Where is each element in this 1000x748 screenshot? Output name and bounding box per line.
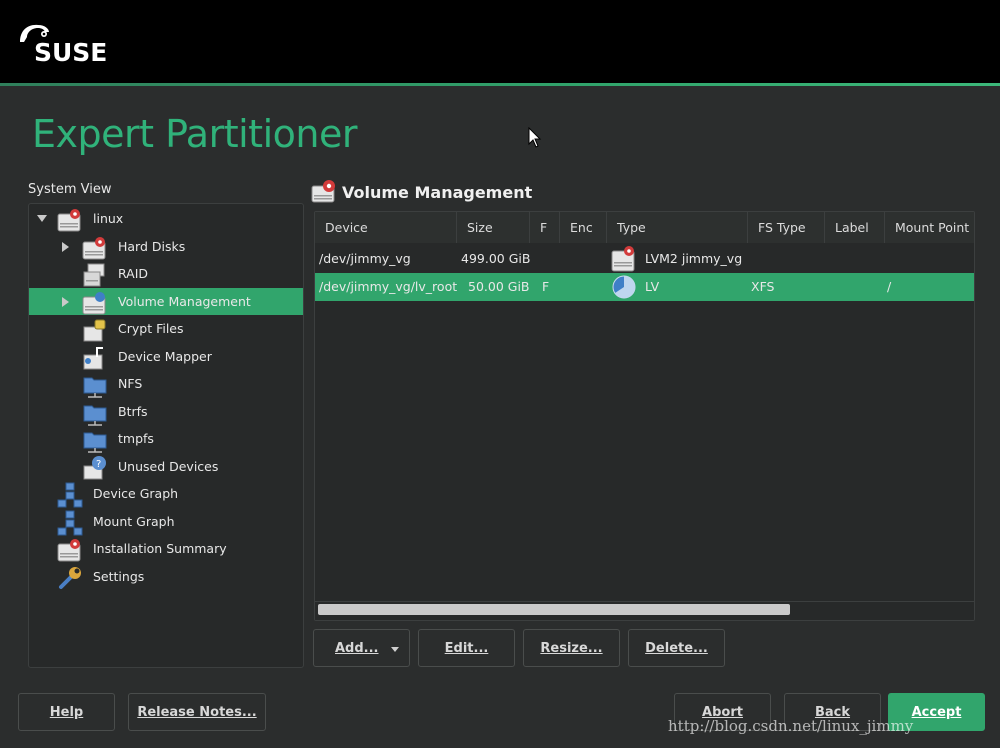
sidebar-item-label: RAID <box>118 266 149 281</box>
column-header-size[interactable]: Size <box>457 212 530 243</box>
sidebar-item-label: linux <box>93 211 124 226</box>
table-header: Device Size F Enc Type FS Type Label Mou… <box>315 212 974 243</box>
sidebar-item-device-graph[interactable]: Device Graph <box>29 480 303 508</box>
sidebar-item-settings[interactable]: Settings <box>29 563 303 590</box>
svg-text:?: ? <box>96 459 101 470</box>
sidebar-item-tmpfs[interactable]: tmpfs <box>29 425 303 453</box>
column-header-fs-type[interactable]: FS Type <box>748 212 825 243</box>
sidebar-item-device-mapper[interactable]: Device Mapper <box>29 343 303 370</box>
scrollbar-thumb[interactable] <box>318 604 790 615</box>
folder-network-icon <box>82 400 107 426</box>
graph-icon <box>57 482 83 508</box>
sidebar-item-label: NFS <box>118 376 143 391</box>
cell-mount-point: / <box>887 279 892 294</box>
delete-button[interactable]: Delete... <box>628 629 725 667</box>
chevron-down-icon[interactable] <box>391 647 399 652</box>
system-view-tree[interactable]: linux Hard Disks RAID Volume Management Cryp… <box>28 203 304 668</box>
cell-f: F <box>542 279 550 294</box>
sidebar-item-mount-graph[interactable]: Mount Graph <box>29 508 303 535</box>
sidebar-item-nfs[interactable]: NFS <box>29 370 303 398</box>
column-header-f[interactable]: F <box>530 212 560 243</box>
device-mapper-icon <box>82 345 106 369</box>
cell-device: /dev/jimmy_vg/lv_root <box>319 279 458 294</box>
wrench-icon <box>57 565 81 589</box>
delete-button-label: Delete... <box>645 641 708 656</box>
add-button[interactable]: Add... <box>313 629 410 667</box>
header-accent-line <box>0 83 1000 86</box>
page-title: Expert Partitioner <box>32 112 357 156</box>
sidebar-item-raid[interactable]: RAID <box>29 260 303 287</box>
cell-type: LVM2 jimmy_vg <box>645 251 743 266</box>
sidebar-item-label: Crypt Files <box>118 321 184 336</box>
edit-button[interactable]: Edit... <box>418 629 515 667</box>
watermark: http://blog.csdn.net/linux_jimmy <box>668 717 914 735</box>
cell-size: 50.00 GiB <box>468 279 530 294</box>
help-button-label: Help <box>49 705 84 720</box>
resize-button-label: Resize... <box>540 641 603 656</box>
folder-network-icon <box>82 427 107 453</box>
sidebar-item-hard-disks[interactable]: Hard Disks <box>29 233 303 260</box>
accept-button-label: Accept <box>911 705 962 720</box>
volume-table[interactable]: Device Size F Enc Type FS Type Label Mou… <box>314 211 975 621</box>
sidebar-item-crypt-files[interactable]: Crypt Files <box>29 315 303 342</box>
mouse-cursor-icon <box>528 127 542 148</box>
top-bar: SUSE <box>0 0 1000 86</box>
expand-arrow-closed-icon[interactable] <box>62 296 69 307</box>
sidebar-item-linux[interactable]: linux <box>29 205 303 232</box>
expand-arrow-closed-icon[interactable] <box>62 241 69 252</box>
sidebar-item-label: Volume Management <box>118 293 251 309</box>
hard-disk-icon <box>57 207 81 232</box>
table-row[interactable]: /dev/jimmy_vg 499.00 GiB LVM2 jimmy_vg <box>315 245 974 273</box>
sidebar-item-installation-summary[interactable]: Installation Summary <box>29 535 303 562</box>
folder-network-icon <box>82 372 107 398</box>
graph-icon <box>57 510 83 535</box>
volume-management-icon <box>82 290 106 314</box>
hard-disk-icon <box>611 246 635 272</box>
column-header-type[interactable]: Type <box>607 212 748 243</box>
sidebar-item-volume-management[interactable]: Volume Management <box>29 287 303 315</box>
release-notes-button[interactable]: Release Notes... <box>128 693 266 731</box>
hard-disk-icon <box>57 537 81 562</box>
sidebar-item-unused-devices[interactable]: ? Unused Devices <box>29 453 303 480</box>
edit-button-label: Edit... <box>444 641 489 656</box>
raid-icon <box>82 262 106 287</box>
volume-management-icon <box>311 180 335 203</box>
cell-fs-type: XFS <box>751 279 775 294</box>
sidebar-item-label: tmpfs <box>118 431 154 446</box>
column-header-mount-point[interactable]: Mount Point <box>885 212 974 243</box>
sidebar-item-label: Device Graph <box>93 486 179 501</box>
sidebar-item-btrfs[interactable]: Btrfs <box>29 398 303 426</box>
system-view-label-text: System View <box>28 182 112 197</box>
sidebar-item-label: Btrfs <box>118 403 148 419</box>
cell-size: 499.00 GiB <box>461 251 531 266</box>
hard-disk-icon <box>82 235 106 259</box>
unused-devices-icon: ? <box>82 455 106 479</box>
table-row-selected[interactable]: /dev/jimmy_vg/lv_root 50.00 GiB F LV XFS… <box>315 273 974 301</box>
release-notes-button-label: Release Notes... <box>137 705 257 720</box>
sidebar-item-label: Installation Summary <box>93 541 227 556</box>
crypt-file-icon <box>82 317 106 342</box>
logical-volume-icon <box>612 275 636 299</box>
cell-device: /dev/jimmy_vg <box>319 251 411 266</box>
resize-button[interactable]: Resize... <box>523 629 620 667</box>
sidebar-item-label: Device Mapper <box>118 348 212 364</box>
volume-management-title: Volume Management <box>342 183 533 202</box>
column-header-enc[interactable]: Enc <box>560 212 607 243</box>
logo-text: SUSE <box>34 38 108 67</box>
sidebar-item-label: Hard Disks <box>118 238 186 254</box>
column-header-label[interactable]: Label <box>825 212 885 243</box>
system-view-label: System View <box>28 182 111 197</box>
suse-logo: SUSE <box>18 22 118 67</box>
cell-type: LV <box>645 279 660 294</box>
column-header-device[interactable]: Device <box>315 212 457 243</box>
sidebar-item-label: Settings <box>93 568 145 584</box>
sidebar-item-label: Unused Devices <box>118 458 219 474</box>
expand-arrow-open-icon[interactable] <box>37 215 47 222</box>
sidebar-item-label: Mount Graph <box>93 513 175 529</box>
add-button-label: Add... <box>335 641 379 656</box>
help-button[interactable]: Help <box>18 693 115 731</box>
